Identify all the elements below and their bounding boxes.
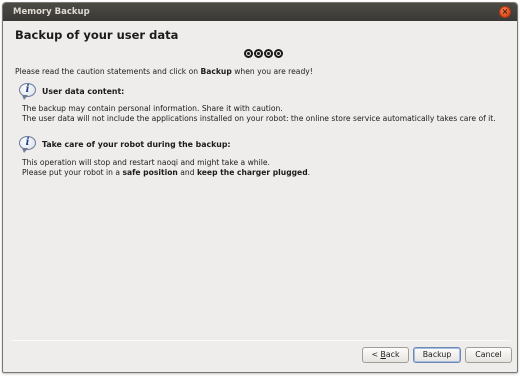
step-dot-icon bbox=[244, 49, 253, 58]
step-dot-icon bbox=[254, 49, 263, 58]
section-line: The user data will not include the appli… bbox=[22, 113, 496, 123]
safe-position-text: safe position bbox=[122, 167, 178, 177]
section-robot-care-header: i Take care of your robot during the bac… bbox=[19, 136, 231, 153]
step-indicator bbox=[244, 49, 283, 58]
intro-bold: Backup bbox=[200, 67, 232, 76]
line-mid: and bbox=[177, 167, 197, 177]
memory-backup-window: Memory Backup × Backup of your user data… bbox=[2, 2, 518, 373]
intro-suffix: when you are ready! bbox=[231, 67, 313, 76]
close-icon[interactable]: × bbox=[499, 6, 511, 18]
section-robot-care-body: This operation will stop and restart nao… bbox=[22, 158, 310, 177]
line-prefix: Please put your robot in a bbox=[22, 167, 123, 177]
info-icon: i bbox=[19, 83, 37, 100]
back-prefix: < bbox=[371, 350, 381, 359]
step-dot-icon bbox=[264, 49, 273, 58]
line-suffix: . bbox=[307, 167, 311, 177]
separator bbox=[11, 340, 511, 341]
section-line: This operation will stop and restart nao… bbox=[22, 158, 270, 167]
section-line: The backup may contain personal informat… bbox=[22, 104, 283, 113]
section-user-data-header: i User data content: bbox=[19, 83, 124, 100]
window-title: Memory Backup bbox=[13, 7, 90, 17]
title-bar[interactable]: Memory Backup × bbox=[3, 3, 517, 21]
back-button[interactable]: < Back bbox=[362, 347, 409, 363]
keep-charger-text: keep the charger plugged bbox=[196, 167, 308, 177]
page-title: Backup of your user data bbox=[15, 28, 179, 42]
section-title: User data content: bbox=[42, 87, 125, 96]
section-line: Please put your robot in a safe position… bbox=[22, 168, 310, 178]
cancel-button[interactable]: Cancel bbox=[465, 347, 512, 363]
back-label: ack bbox=[385, 350, 400, 359]
step-dot-icon bbox=[274, 49, 283, 58]
intro-text: Please read the caution statements and c… bbox=[15, 67, 313, 76]
backup-button[interactable]: Backup bbox=[413, 347, 461, 363]
intro-prefix: Please read the caution statements and c… bbox=[15, 67, 201, 76]
section-user-data-body: The backup may contain personal informat… bbox=[22, 104, 496, 123]
section-title: Take care of your robot during the backu… bbox=[42, 140, 231, 149]
info-icon: i bbox=[19, 136, 37, 153]
